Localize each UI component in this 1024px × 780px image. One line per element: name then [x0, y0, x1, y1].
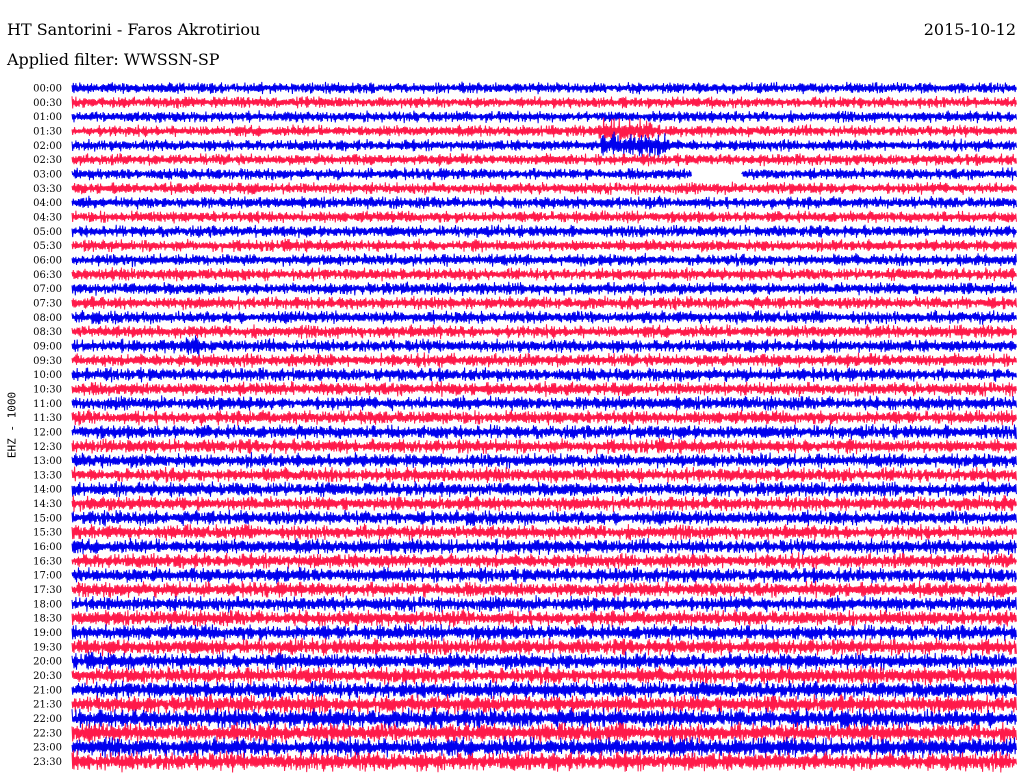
row-time-label: 16:00	[33, 542, 62, 553]
row-time-label: 02:30	[33, 155, 62, 166]
seismic-trace-2030	[71, 665, 1017, 686]
row-time-label: 12:00	[33, 427, 62, 438]
row-time-label: 01:00	[33, 112, 62, 123]
seismic-trace-1230	[71, 438, 1017, 455]
row-time-label: 17:30	[33, 585, 62, 596]
seismic-trace-1500	[71, 509, 1017, 527]
row-time-label: 05:30	[33, 241, 62, 252]
seismic-trace-0230	[71, 153, 1017, 167]
seismic-trace-0300	[71, 167, 1017, 181]
row-time-label: 19:30	[33, 642, 62, 653]
seismic-trace-0530	[71, 238, 1017, 253]
row-time-label: 17:00	[33, 571, 62, 582]
row-time-label: 07:00	[33, 284, 62, 295]
seismic-trace-0800	[71, 309, 1017, 325]
row-time-label: 10:00	[33, 370, 62, 381]
seismic-trace-0400	[71, 195, 1017, 210]
row-time-label: 19:00	[33, 628, 62, 639]
row-time-label: 00:30	[33, 98, 62, 109]
row-time-label: 23:30	[33, 757, 62, 768]
row-time-label: 15:00	[33, 513, 62, 524]
row-time-label: 11:30	[33, 413, 62, 424]
seismic-trace-1100	[71, 395, 1017, 412]
seismic-trace-0200	[71, 131, 1017, 159]
seismic-trace-0000	[71, 81, 1017, 95]
seismic-trace-1630	[71, 552, 1017, 570]
row-time-label: 21:00	[33, 685, 62, 696]
seismic-trace-0830	[71, 324, 1017, 340]
row-time-label: 04:30	[33, 212, 62, 223]
seismic-trace-0630	[71, 267, 1017, 282]
seismic-trace-0700	[71, 281, 1017, 297]
row-time-label: 08:30	[33, 327, 62, 338]
row-time-label: 15:30	[33, 528, 62, 539]
row-time-label: 20:30	[33, 671, 62, 682]
row-time-label: 02:00	[33, 141, 62, 152]
seismic-trace-1900	[71, 623, 1017, 642]
seismic-trace-1530	[71, 523, 1017, 541]
row-time-label: 13:30	[33, 470, 62, 481]
row-time-label: 03:30	[33, 184, 62, 195]
seismic-trace-0600	[71, 252, 1017, 268]
seismic-trace-0930	[71, 352, 1017, 368]
row-time-label: 04:00	[33, 198, 62, 209]
row-time-label: 14:30	[33, 499, 62, 510]
seismic-trace-0030	[71, 95, 1017, 109]
seismic-trace-2200	[71, 707, 1017, 730]
row-time-label: 08:00	[33, 313, 62, 324]
row-time-label: 22:30	[33, 728, 62, 739]
seismic-trace-1400	[71, 480, 1017, 498]
seismic-trace-1430	[71, 495, 1017, 513]
row-time-label: 06:00	[33, 255, 62, 266]
row-time-label: 09:00	[33, 341, 62, 352]
row-time-label: 20:00	[33, 657, 62, 668]
row-time-label: 21:30	[33, 700, 62, 711]
seismic-trace-0900	[71, 335, 1017, 357]
seismic-trace-1600	[71, 537, 1017, 556]
row-time-label: 23:00	[33, 743, 62, 754]
seismic-trace-1130	[71, 409, 1017, 426]
seismic-trace-0730	[71, 295, 1017, 311]
seismic-trace-1030	[71, 380, 1017, 397]
seismic-trace-0100	[71, 110, 1017, 124]
row-time-label: 06:30	[33, 270, 62, 281]
seismic-trace-2330	[71, 750, 1017, 773]
row-time-label: 14:00	[33, 485, 62, 496]
row-time-label: 00:00	[33, 84, 62, 95]
row-time-label: 22:00	[33, 714, 62, 725]
seismic-trace-0430	[71, 210, 1017, 224]
seismic-trace-2000	[71, 651, 1017, 671]
helicorder-plot: 00:00 00:30 01:00 01:30 02:00 02:30 03:00 03:30…	[33, 81, 1017, 773]
row-time-label: 16:30	[33, 556, 62, 567]
row-time-label: 13:00	[33, 456, 62, 467]
seismic-trace-1300	[71, 452, 1017, 470]
seismic-trace-1200	[71, 423, 1017, 441]
seismic-trace-1800	[71, 595, 1017, 613]
row-time-label: 05:00	[33, 227, 62, 238]
row-time-label: 09:30	[33, 356, 62, 367]
seismic-trace-0330	[71, 181, 1017, 196]
seismic-trace-1930	[71, 637, 1017, 657]
seismic-trace-1330	[71, 466, 1017, 484]
seismic-trace-1730	[71, 580, 1017, 599]
seismic-trace-1830	[71, 609, 1017, 628]
row-time-label: 07:30	[33, 298, 62, 309]
row-time-label: 10:30	[33, 384, 62, 395]
row-time-label: 18:30	[33, 614, 62, 625]
seismic-trace-1000	[71, 366, 1017, 383]
row-time-label: 01:30	[33, 126, 62, 137]
seismic-trace-1700	[71, 566, 1017, 584]
row-time-label: 12:30	[33, 442, 62, 453]
row-time-label: 03:00	[33, 169, 62, 180]
row-time-label: 11:00	[33, 399, 62, 410]
seismic-trace-0500	[71, 224, 1017, 239]
row-time-label: 18:00	[33, 599, 62, 610]
